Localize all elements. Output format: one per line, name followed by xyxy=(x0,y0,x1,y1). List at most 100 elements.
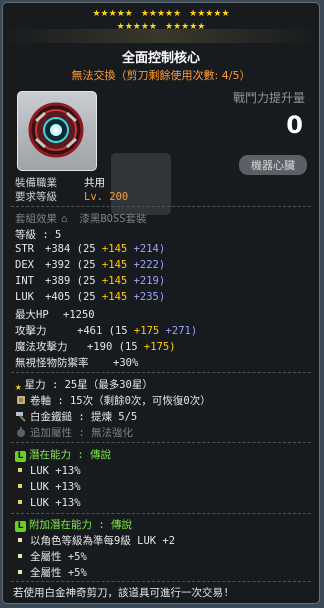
star-icon: ★ xyxy=(15,380,22,393)
stat-base: (25 xyxy=(76,275,96,287)
stat-base: (15 xyxy=(118,341,138,353)
stat-flame: +145 xyxy=(101,291,128,303)
star-force-row-1: ★★★★★ ★★★★★ ★★★★★ xyxy=(3,9,319,19)
item-tooltip: ★★★★★ ★★★★★ ★★★★★ ★★★★★ ★★★★★ 全面控制核心 無法交換（剪… xyxy=(2,2,320,604)
stat-flame: +175) xyxy=(143,341,176,353)
damage-increase-value: 0 xyxy=(286,111,303,139)
stat-total: +392 xyxy=(45,259,71,271)
stat-total: +461 xyxy=(77,325,103,337)
heart-core-icon xyxy=(28,102,84,158)
divider xyxy=(11,442,311,443)
star-icon-group: ★★★★★ xyxy=(189,9,230,19)
divider xyxy=(11,206,311,207)
level-label: 要求等級 xyxy=(15,191,57,203)
bullet-icon xyxy=(18,554,22,558)
scroll-icon xyxy=(15,394,27,406)
set-row: 套組效果 ⌂ 漆黑BOSS套裝 xyxy=(15,211,147,226)
bonus-potential-header: L 附加潛在能力 : 傳說 xyxy=(15,517,132,532)
stat-total: +389 xyxy=(45,275,71,287)
stat-star: +214) xyxy=(133,243,166,255)
magic-row: 魔法攻擊力 +190 (15 +175) xyxy=(15,339,176,354)
star-icon-group: ★★★★★ xyxy=(92,9,133,19)
potential-title: 潛在能力 : 傳說 xyxy=(29,449,111,461)
sparkle-decoration xyxy=(3,29,319,43)
potential-header: L 潛在能力 : 傳說 xyxy=(15,447,111,462)
potential-text: LUK +13% xyxy=(30,481,81,493)
potential-line: LUK +13% xyxy=(15,481,81,493)
grade-line: 等級 : 5 xyxy=(15,229,62,241)
stat-flame: +145 xyxy=(101,243,128,255)
stat-total: +30% xyxy=(113,357,139,369)
trade-status: 無法交換（剪刀剩餘使用次數: 4/5） xyxy=(71,69,251,82)
stat-base: (25 xyxy=(76,243,96,255)
set-label: 套組效果 xyxy=(15,213,57,225)
level-value: Lv. 200 xyxy=(84,191,129,203)
divider xyxy=(11,372,311,373)
bullet-icon xyxy=(18,484,22,488)
stat-star: +219) xyxy=(133,275,166,287)
bullet-icon xyxy=(18,468,22,472)
stat-name: LUK xyxy=(15,291,34,303)
bonus-potential-line: 以角色等級為準每9級 LUK +2 xyxy=(15,533,175,548)
hammer-text: 白金鐵鎚 : 提煉 5/5 xyxy=(30,411,138,423)
stat-base: (15 xyxy=(108,325,128,337)
damage-increase-label: 戰鬥力提升量 xyxy=(232,91,305,105)
stat-total: +1250 xyxy=(63,309,95,321)
bonus-potential-text: 以角色等級為準每9級 LUK +2 xyxy=(30,535,176,547)
scroll-text: 卷軸 : 15次（剩餘0次，可恢復0次） xyxy=(30,395,211,407)
footer-note: 若使用白金神奇剪刀，該道具可進行一次交易! xyxy=(13,587,230,599)
stat-row-str: STR +384 (25 +145 +214) xyxy=(15,243,165,255)
hammer-row: 白金鐵鎚 : 提煉 5/5 xyxy=(15,409,137,424)
hp-row: 最大HP +1250 xyxy=(15,307,95,322)
stat-row-dex: DEX +392 (25 +145 +222) xyxy=(15,259,165,271)
stat-flame: +175 xyxy=(133,325,160,337)
stat-total: +190 xyxy=(87,341,113,353)
stat-star: +222) xyxy=(133,259,166,271)
starforce-text: 星力 : 25星（最多30星） xyxy=(24,379,153,391)
stat-name: DEX xyxy=(15,259,34,271)
job-value: 共用 xyxy=(84,177,105,189)
level-row: 要求等級 Lv. 200 xyxy=(15,189,128,204)
stat-star: +271) xyxy=(165,325,198,337)
stat-name: STR xyxy=(15,243,34,255)
category-badge: 機器心臟 xyxy=(239,155,307,175)
set-value: 漆黑BOSS套裝 xyxy=(79,213,147,225)
bonus-potential-title: 附加潛在能力 : 傳說 xyxy=(29,519,132,531)
stat-base: (25 xyxy=(76,259,96,271)
stat-star: +235) xyxy=(133,291,166,303)
stat-name: 魔法攻擊力 xyxy=(15,341,68,353)
item-icon-frame xyxy=(17,91,97,171)
stat-total: +384 xyxy=(45,243,71,255)
stat-row-luk: LUK +405 (25 +145 +235) xyxy=(15,291,165,303)
star-icon-group: ★★★★★ xyxy=(140,9,182,19)
legendary-icon: L xyxy=(15,451,26,462)
potential-text: LUK +13% xyxy=(30,465,81,477)
stat-name: 最大HP xyxy=(15,309,49,321)
bonus-potential-line: 全屬性 +5% xyxy=(15,565,87,580)
stat-flame: +145 xyxy=(101,275,128,287)
stat-flame: +145 xyxy=(101,259,128,271)
divider xyxy=(11,513,311,514)
item-title: 全面控制核心 xyxy=(121,51,200,66)
extra-option-text: 追加屬性 : 無法強化 xyxy=(30,427,133,439)
attack-row: 攻擊力 +461 (15 +175 +271) xyxy=(15,323,197,338)
legendary-icon: L xyxy=(15,521,26,532)
ignore-def-row: 無視怪物防禦率 +30% xyxy=(15,355,138,370)
job-label: 裝備職業 xyxy=(15,177,57,189)
potion-icon xyxy=(15,426,27,438)
bullet-icon xyxy=(18,570,22,574)
bullet-icon xyxy=(18,500,22,504)
divider xyxy=(11,581,311,582)
stat-total: +405 xyxy=(45,291,71,303)
bonus-potential-line: 全屬性 +5% xyxy=(15,549,87,564)
extra-option-row: 追加屬性 : 無法強化 xyxy=(15,425,133,440)
stat-row-int: INT +389 (25 +145 +219) xyxy=(15,275,165,287)
potential-text: LUK +13% xyxy=(30,497,81,509)
stat-name: 攻擊力 xyxy=(15,325,47,337)
potential-line: LUK +13% xyxy=(15,465,81,477)
job-row: 裝備職業 共用 xyxy=(15,175,105,190)
bullet-icon xyxy=(18,538,22,542)
lock-icon: ⌂ xyxy=(61,213,68,225)
scroll-row: 卷軸 : 15次（剩餘0次，可恢復0次） xyxy=(15,393,211,408)
potential-line: LUK +13% xyxy=(15,497,81,509)
